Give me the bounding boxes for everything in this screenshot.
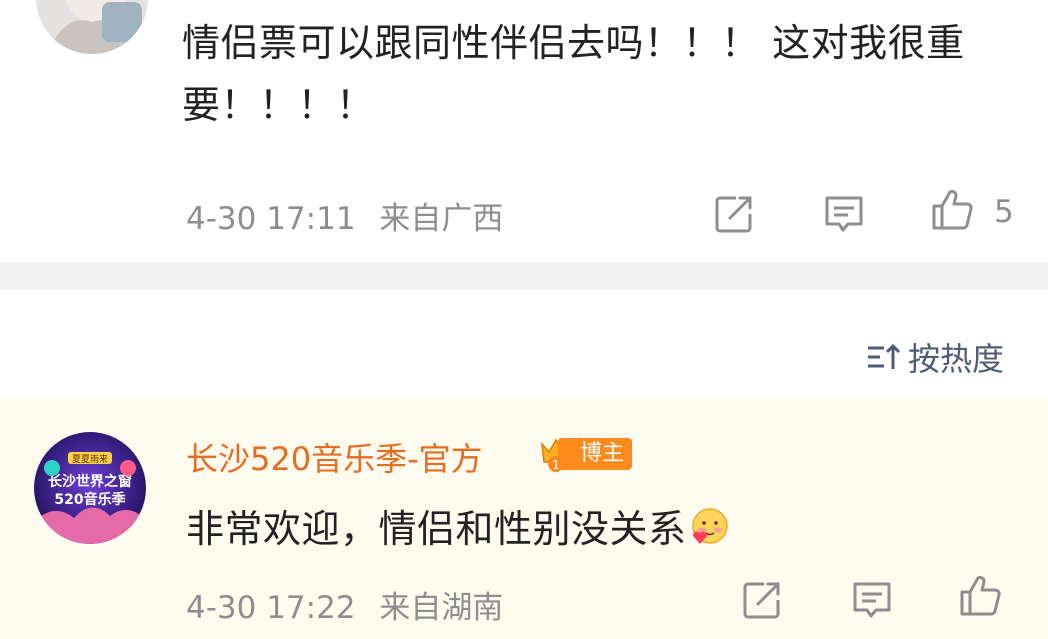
like-icon[interactable] [958,574,1002,618]
location: 来自湖南 [379,590,504,626]
comment-item-blogger: 夏夏雨来 长沙世界之窗 520音乐季 长沙520音乐季-官方 1 博主 非常欢迎… [0,398,1048,639]
shy-face-emoji-icon [691,507,728,544]
comment-meta: 4-30 17:22 来自湖南 [186,582,517,627]
avatar[interactable]: 夏夏雨来 长沙世界之窗 520音乐季 [34,432,146,544]
avatar[interactable] [36,0,148,54]
sort-by-hot-button[interactable]: 按热度 [866,334,1004,380]
avatar-title: 长沙世界之窗 [48,473,132,490]
location: 来自广西 [379,201,504,237]
weibo-comments-screen: 情侣票可以跟同性伴侣去吗！！！ 这对我很重要！！！！ 4-30 17:11 来自… [0,0,1048,639]
timestamp: 4-30 17:22 [186,590,356,626]
comment-text: 情侣票可以跟同性伴侣去吗！！！ 这对我很重要！！！！ [182,21,965,127]
like-icon[interactable] [930,188,974,232]
username[interactable]: 长沙520音乐季-官方 [186,434,483,480]
timestamp: 4-30 17:11 [186,201,356,237]
comment-icon[interactable] [850,578,894,622]
comment-icon[interactable] [822,192,866,236]
comment-text: 非常欢迎，情侣和性别没关系 [186,498,729,553]
comment-body: 非常欢迎，情侣和性别没关系 [186,507,687,551]
avatar-subtitle: 520音乐季 [54,491,125,508]
like-count: 5 [994,194,1014,230]
sort-bar: 按热度 [0,290,1048,398]
sort-label: 按热度 [907,340,1004,378]
avatar-tagline: 夏夏雨来 [72,454,108,465]
share-icon[interactable] [712,192,756,236]
avatar-image [36,0,148,54]
share-icon[interactable] [740,578,784,622]
comment-item: 情侣票可以跟同性伴侣去吗！！！ 这对我很重要！！！！ 4-30 17:11 来自… [0,0,1048,262]
sort-icon [867,343,901,369]
blogger-badge: 1 博主 [538,434,633,474]
comment-meta: 4-30 17:11 来自广西 [186,193,517,238]
badge-label: 博主 [558,438,633,470]
section-divider [0,262,1048,290]
avatar-image: 夏夏雨来 长沙世界之窗 520音乐季 [34,432,146,544]
